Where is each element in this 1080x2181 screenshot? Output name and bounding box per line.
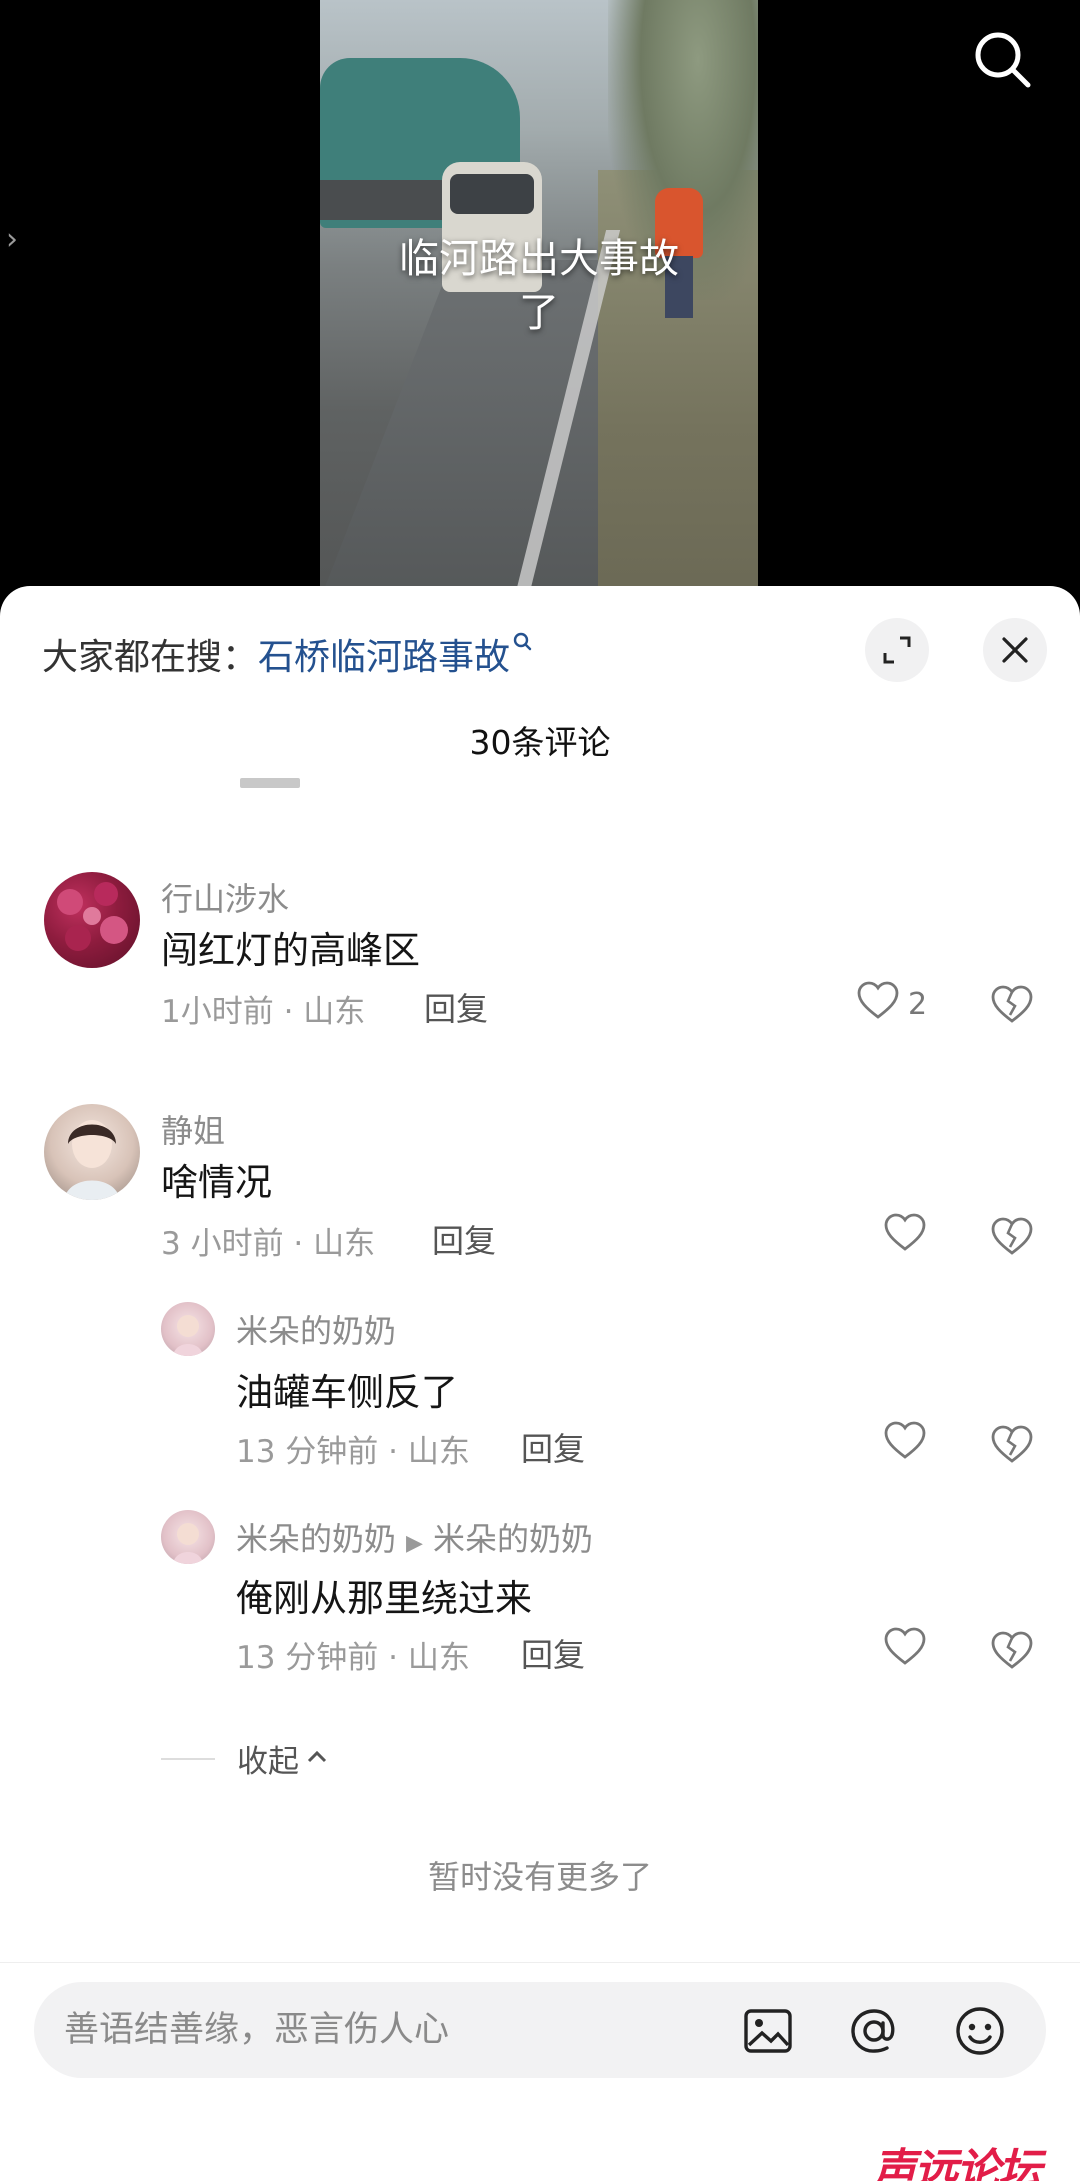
comment-input-bar bbox=[34, 1982, 1046, 2078]
like-button[interactable]: 2 bbox=[856, 980, 927, 1028]
broken-heart-icon[interactable] bbox=[990, 984, 1034, 1028]
emoji-icon[interactable] bbox=[952, 2003, 1008, 2059]
like-button[interactable] bbox=[883, 1626, 927, 1674]
reply-button[interactable]: 回复 bbox=[424, 984, 488, 1030]
close-icon[interactable] bbox=[983, 618, 1047, 682]
reply-item: 米朵的奶奶 ▶ 米朵的奶奶 俺刚从那里绕过来 13 分钟前 · 山东 回复 bbox=[0, 1510, 1080, 1676]
reply-button[interactable]: 回复 bbox=[521, 1424, 585, 1470]
broken-heart-icon[interactable] bbox=[990, 1216, 1034, 1260]
search-icon[interactable] bbox=[968, 26, 1038, 96]
trending-keyword[interactable]: 石桥临河路事故 bbox=[258, 637, 510, 678]
search-icon[interactable] bbox=[512, 628, 534, 669]
mention-icon[interactable] bbox=[846, 2003, 902, 2059]
like-button[interactable] bbox=[883, 1420, 927, 1468]
video-player[interactable]: 临河路出大事故了 › bbox=[0, 0, 1080, 600]
no-more-text: 暂时没有更多了 bbox=[427, 1858, 652, 1896]
video-caption: 临河路出大事故了 bbox=[320, 232, 758, 340]
like-count: 2 bbox=[908, 986, 928, 1022]
like-button[interactable] bbox=[883, 1212, 927, 1260]
reply-to-user[interactable]: 米朵的奶奶 bbox=[433, 1520, 593, 1558]
heart-icon bbox=[883, 1626, 927, 1674]
trending-search[interactable]: 大家都在搜：石桥临河路事故 bbox=[42, 628, 534, 680]
reply-meta: 13 分钟前 · 山东 bbox=[236, 1640, 470, 1676]
comment-panel: 大家都在搜：石桥临河路事故 30条评论 行山涉水 闯红灯的高峰区 1小时前 · … bbox=[0, 586, 1080, 2181]
reply-item: 米朵的奶奶 油罐车侧反了 13 分钟前 · 山东 回复 bbox=[0, 1302, 1080, 1470]
collapse-replies-button[interactable]: 收起 bbox=[161, 1736, 329, 1781]
avatar[interactable] bbox=[161, 1302, 215, 1356]
comment-username[interactable]: 静姐 bbox=[161, 1106, 225, 1152]
avatar[interactable] bbox=[44, 872, 140, 968]
clipped-text-remnant bbox=[240, 774, 300, 788]
reply-button[interactable]: 回复 bbox=[432, 1216, 496, 1262]
chevron-right-icon[interactable]: › bbox=[6, 222, 18, 257]
avatar[interactable] bbox=[161, 1510, 215, 1564]
reply-username[interactable]: 米朵的奶奶 bbox=[236, 1306, 396, 1352]
comment-meta: 1小时前 · 山东 bbox=[161, 994, 366, 1030]
comment-meta: 3 小时前 · 山东 bbox=[161, 1226, 376, 1262]
comment-item: 行山涉水 闯红灯的高峰区 1小时前 · 山东 回复 2 bbox=[0, 872, 1080, 1072]
avatar[interactable] bbox=[44, 1104, 140, 1200]
video-caption-text: 临河路出大事故了 bbox=[399, 236, 679, 336]
comment-item: 静姐 啥情况 3 小时前 · 山东 回复 bbox=[0, 1104, 1080, 1304]
reply-author[interactable]: 米朵的奶奶 bbox=[236, 1520, 396, 1558]
reply-button[interactable]: 回复 bbox=[521, 1630, 585, 1676]
divider bbox=[0, 1962, 1080, 1963]
broken-heart-icon[interactable] bbox=[990, 1630, 1034, 1674]
heart-icon bbox=[883, 1212, 927, 1260]
heart-icon bbox=[883, 1420, 927, 1468]
collapse-label[interactable]: 收起 bbox=[237, 1736, 299, 1781]
comment-username[interactable]: 行山涉水 bbox=[161, 874, 289, 920]
collapse-divider bbox=[161, 1757, 215, 1760]
heart-icon bbox=[856, 980, 900, 1028]
reply-text[interactable]: 俺刚从那里绕过来 bbox=[236, 1568, 532, 1622]
broken-heart-icon[interactable] bbox=[990, 1424, 1034, 1468]
comment-input[interactable] bbox=[64, 1982, 684, 2078]
play-arrow-icon: ▶ bbox=[406, 1531, 423, 1556]
comment-count: 30条评论 bbox=[469, 723, 611, 762]
trending-prefix: 大家都在搜： bbox=[42, 637, 259, 678]
watermark-logo: 声远论坛 bbox=[872, 2145, 1042, 2181]
reply-text[interactable]: 油罐车侧反了 bbox=[236, 1362, 458, 1416]
comment-text[interactable]: 啥情况 bbox=[161, 1152, 272, 1206]
van-window bbox=[450, 174, 534, 214]
reply-meta: 13 分钟前 · 山东 bbox=[236, 1434, 470, 1470]
reply-username[interactable]: 米朵的奶奶 ▶ 米朵的奶奶 bbox=[236, 1514, 593, 1560]
chevron-up-icon bbox=[305, 1748, 329, 1770]
image-icon[interactable] bbox=[740, 2003, 796, 2059]
comment-text[interactable]: 闯红灯的高峰区 bbox=[161, 920, 420, 974]
expand-icon[interactable] bbox=[865, 618, 929, 682]
